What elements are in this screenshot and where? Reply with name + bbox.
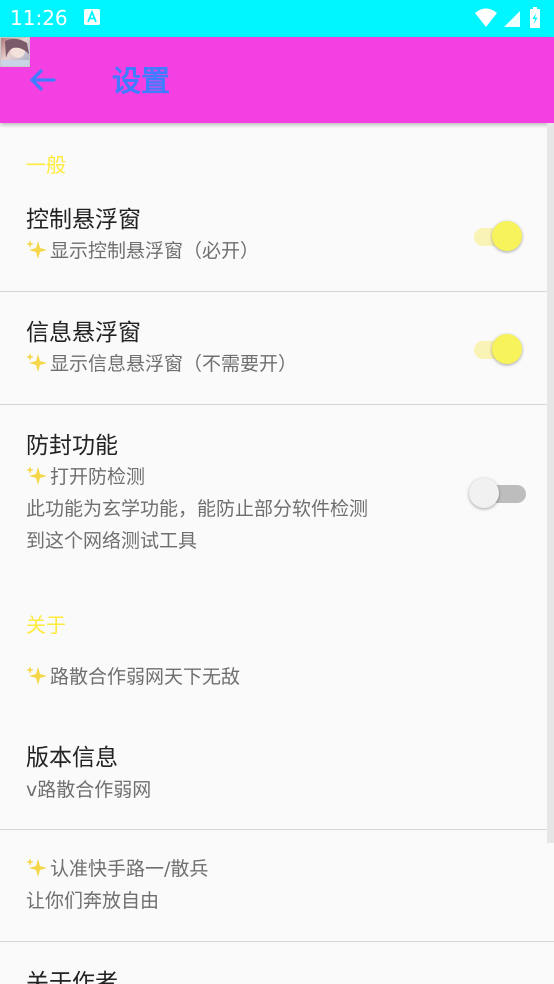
setting-description: 此功能为玄学功能，能防止部分软件检测 xyxy=(26,498,369,520)
divider xyxy=(0,404,554,405)
status-time: 11:26 xyxy=(10,6,68,30)
status-icons xyxy=(475,7,540,28)
sparkles-icon xyxy=(26,353,47,372)
setting-title: 防封功能 xyxy=(26,433,118,459)
battery-icon xyxy=(530,7,540,28)
setting-title: 信息悬浮窗 xyxy=(26,320,141,346)
setting-description: 到这个网络测试工具 xyxy=(26,530,198,552)
scrollbar[interactable] xyxy=(547,123,554,843)
back-button[interactable] xyxy=(22,63,62,97)
info-float-toggle[interactable] xyxy=(470,330,526,366)
status-bar: 11:26 xyxy=(0,0,554,37)
setting-line: 认准快手路一/散兵 xyxy=(26,854,208,884)
signal-icon xyxy=(504,11,520,27)
sparkles-icon xyxy=(26,858,47,877)
page-title: 设置 xyxy=(112,64,171,98)
setting-about-author[interactable]: 关于作者 xyxy=(26,968,118,984)
arrow-left-icon xyxy=(30,69,56,91)
anti-ban-toggle[interactable] xyxy=(469,474,534,510)
setting-title: 控制悬浮窗 xyxy=(26,207,141,233)
section-header-about: 关于 xyxy=(26,613,66,637)
sparkles-icon xyxy=(26,466,47,485)
setting-subtitle: 显示信息悬浮窗（不需要开） xyxy=(26,349,297,379)
divider xyxy=(0,829,554,830)
sparkles-icon xyxy=(26,666,47,685)
sparkles-icon xyxy=(26,240,47,259)
setting-subtitle: v路散合作弱网 xyxy=(26,779,152,801)
settings-list: 一般 控制悬浮窗 显示控制悬浮窗（必开） 信息悬浮窗 显示信息悬浮窗（不需要开） xyxy=(0,123,554,984)
control-float-toggle[interactable] xyxy=(470,217,526,253)
divider xyxy=(0,941,554,942)
app-bar: 设置 xyxy=(0,37,554,123)
setting-title: 版本信息 xyxy=(26,745,118,771)
divider xyxy=(0,291,554,292)
setting-subtitle: 显示控制悬浮窗（必开） xyxy=(26,236,259,266)
section-header-general: 一般 xyxy=(26,153,66,177)
notification-a-icon xyxy=(84,9,100,25)
motto-item[interactable]: 路散合作弱网天下无敌 xyxy=(26,662,240,692)
setting-line: 让你们奔放自由 xyxy=(26,890,160,912)
setting-subtitle: 打开防检测 xyxy=(26,462,145,492)
wifi-icon xyxy=(475,8,497,27)
